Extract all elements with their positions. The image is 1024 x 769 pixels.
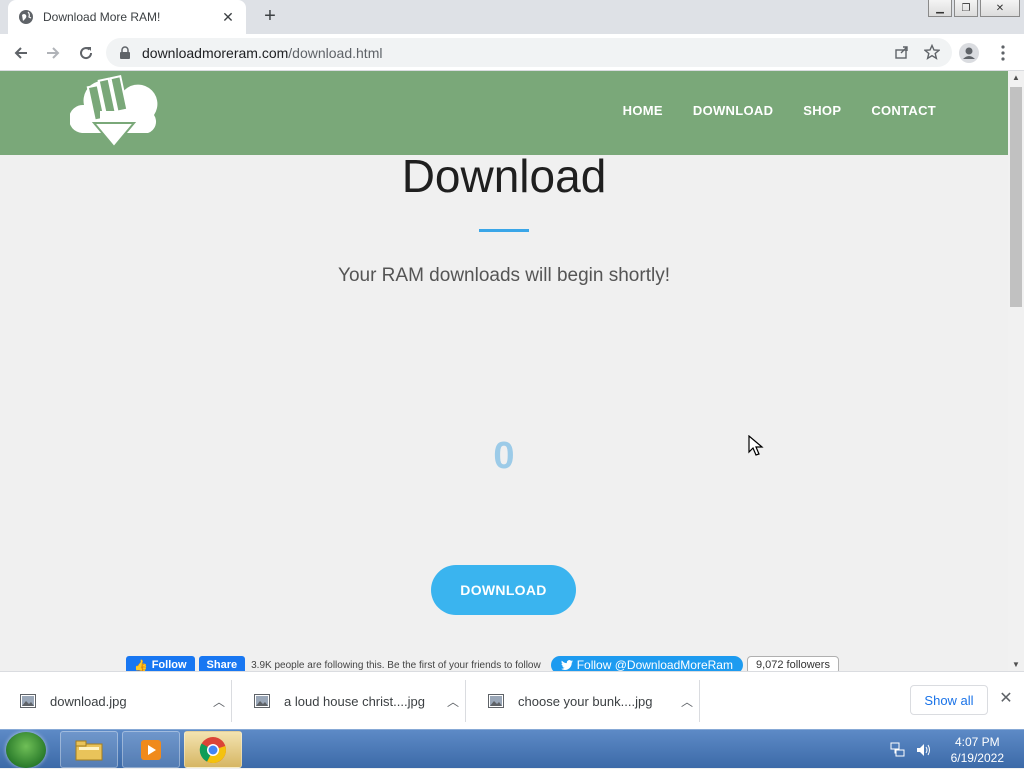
download-button[interactable]: DOWNLOAD <box>431 565 576 615</box>
twitter-bird-icon <box>560 660 573 670</box>
chevron-up-icon[interactable]: ︿ <box>675 693 699 710</box>
tab-title: Download More RAM! <box>43 10 161 24</box>
nav-contact[interactable]: CONTACT <box>871 103 936 118</box>
download-counter: 0 <box>493 435 515 477</box>
forward-icon[interactable] <box>42 42 64 64</box>
network-icon[interactable] <box>889 741 907 759</box>
chrome-taskbar-icon[interactable] <box>184 731 242 768</box>
thumbs-up-icon: 👍 <box>134 659 148 672</box>
reload-icon[interactable] <box>75 42 97 64</box>
new-tab-icon[interactable]: + <box>260 6 280 26</box>
clock-time: 4:07 PM <box>954 734 1000 749</box>
scrollbar-thumb[interactable] <box>1010 87 1022 307</box>
window-close-icon[interactable]: ✕ <box>980 0 1020 17</box>
page-viewport: HOME DOWNLOAD SHOP CONTACT Download Your… <box>0 71 1008 671</box>
show-all-downloads-button[interactable]: Show all <box>910 685 988 715</box>
chevron-up-icon[interactable]: ︿ <box>207 693 231 710</box>
scroll-down-icon[interactable]: ▼ <box>1012 660 1020 669</box>
windows-taskbar: 4:07 PM 6/19/2022 <box>0 729 1024 768</box>
image-file-icon <box>488 694 504 708</box>
nav-home[interactable]: HOME <box>623 103 663 118</box>
page-title: Download <box>401 150 607 202</box>
fb-follow-button[interactable]: 👍 Follow <box>126 656 195 671</box>
start-button-icon[interactable] <box>6 732 46 768</box>
main-nav: HOME DOWNLOAD SHOP CONTACT <box>623 103 936 118</box>
globe-icon <box>19 10 33 24</box>
download-shelf: download.jpg ︿ a loud house christ....jp… <box>0 671 1024 729</box>
image-file-icon <box>254 694 270 708</box>
fb-followers-text: 3.9K people are following this. Be the f… <box>251 659 541 671</box>
menu-kebab-icon[interactable] <box>992 42 1014 64</box>
back-icon[interactable] <box>10 42 32 64</box>
nav-shop[interactable]: SHOP <box>803 103 841 118</box>
volume-icon[interactable] <box>915 741 933 759</box>
chevron-up-icon[interactable]: ︿ <box>441 693 465 710</box>
window-controls: ▁ ❐ ✕ <box>926 0 1024 17</box>
download-item[interactable]: a loud house christ....jpg ︿ <box>234 680 466 722</box>
restore-icon[interactable]: ❐ <box>954 0 978 17</box>
title-divider <box>479 229 529 232</box>
site-logo[interactable] <box>70 75 160 151</box>
download-filename: a loud house christ....jpg <box>284 693 425 709</box>
media-player-taskbar-icon[interactable] <box>122 731 180 768</box>
site-header: HOME DOWNLOAD SHOP CONTACT <box>0 71 1008 155</box>
taskbar-clock[interactable]: 4:07 PM 6/19/2022 <box>951 734 1004 766</box>
download-item[interactable]: download.jpg ︿ <box>0 680 232 722</box>
lock-icon <box>120 45 130 59</box>
tab-strip: Download More RAM! ✕ + ▁ ❐ ✕ <box>0 0 1024 34</box>
tab-close-icon[interactable]: ✕ <box>220 9 236 25</box>
explorer-taskbar-icon[interactable] <box>60 731 118 768</box>
download-filename: choose your bunk....jpg <box>518 693 653 709</box>
clock-date: 6/19/2022 <box>950 750 1004 765</box>
scroll-up-icon[interactable]: ▲ <box>1012 73 1020 82</box>
profile-avatar-icon[interactable] <box>958 42 980 64</box>
address-bar[interactable]: downloadmoreram.com/download.html <box>106 38 952 67</box>
nav-download[interactable]: DOWNLOAD <box>693 103 773 118</box>
fb-share-button[interactable]: Share <box>198 656 246 671</box>
download-filename: download.jpg <box>50 693 127 709</box>
twitter-follow-button[interactable]: Follow @DownloadMoreRam <box>550 656 743 671</box>
image-file-icon <box>20 694 36 708</box>
system-tray: 4:07 PM 6/19/2022 <box>881 730 1024 769</box>
shelf-close-icon[interactable]: ✕ <box>998 690 1014 707</box>
page-subtitle: Your RAM downloads will begin shortly! <box>338 265 670 286</box>
share-icon[interactable] <box>894 44 910 60</box>
browser-tab[interactable]: Download More RAM! ✕ <box>8 0 246 34</box>
browser-toolbar: downloadmoreram.com/download.html <box>0 34 1024 71</box>
bookmark-star-icon[interactable] <box>924 44 940 60</box>
url-text: downloadmoreram.com/download.html <box>142 44 383 61</box>
twitter-follower-count: 9,072 followers <box>746 656 839 671</box>
minimize-icon[interactable]: ▁ <box>928 0 952 17</box>
page-scrollbar[interactable]: ▲ ▼ <box>1008 71 1024 671</box>
mouse-cursor-icon <box>748 435 764 456</box>
social-bar: 👍 Follow Share 3.9K people are following… <box>126 655 839 671</box>
download-item[interactable]: choose your bunk....jpg ︿ <box>468 680 700 722</box>
